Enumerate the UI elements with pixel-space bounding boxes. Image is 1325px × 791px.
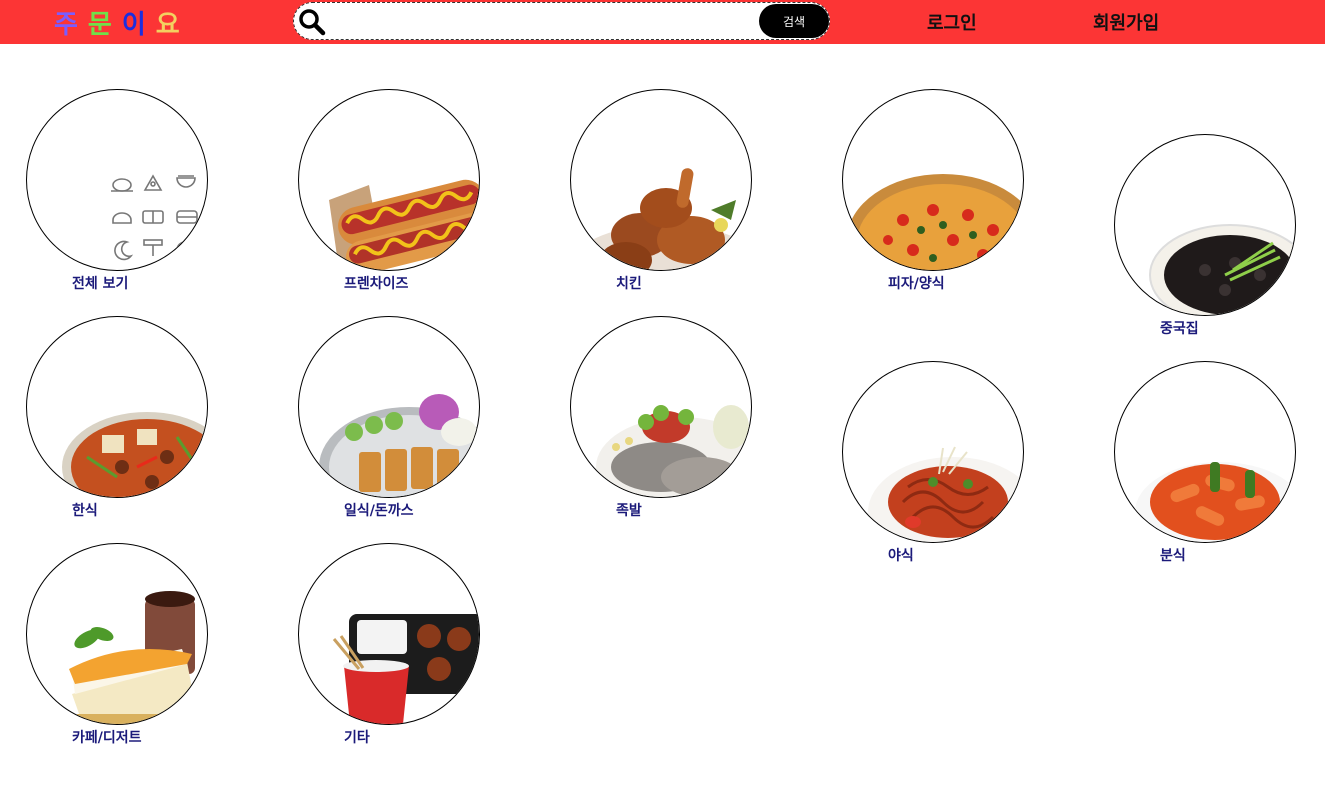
category-korean[interactable]: 한식 bbox=[26, 316, 208, 519]
tteokbokki-icon bbox=[1135, 462, 1295, 542]
category-image bbox=[26, 543, 208, 725]
category-image bbox=[1114, 134, 1296, 316]
category-label: 피자/양식 bbox=[888, 276, 945, 292]
category-etc[interactable]: 기타 bbox=[298, 543, 480, 746]
category-chicken[interactable]: 치킨 bbox=[570, 89, 752, 292]
category-image bbox=[298, 89, 480, 271]
category-chinese[interactable]: 중국집 bbox=[1114, 134, 1296, 337]
category-all[interactable]: 전체 보기 bbox=[26, 89, 208, 292]
logo-char: 이 bbox=[121, 9, 148, 40]
category-late-night[interactable]: 야식 bbox=[842, 361, 1024, 564]
category-label: 카페/디저트 bbox=[72, 730, 142, 746]
jajangmyeon-icon bbox=[1149, 224, 1295, 315]
category-label: 중국집 bbox=[1160, 321, 1199, 337]
category-label: 한식 bbox=[72, 503, 98, 519]
category-jokbal[interactable]: 족발 bbox=[570, 316, 752, 519]
category-image bbox=[570, 316, 752, 498]
category-label: 분식 bbox=[1160, 548, 1186, 564]
category-label: 일식/돈까스 bbox=[344, 503, 414, 519]
category-japanese[interactable]: 일식/돈까스 bbox=[298, 316, 480, 519]
stew-icon bbox=[62, 412, 207, 497]
category-franchise[interactable]: 프렌차이즈 bbox=[298, 89, 480, 292]
category-snack[interactable]: 분식 bbox=[1114, 361, 1296, 564]
category-label: 야식 bbox=[888, 548, 914, 564]
login-link[interactable]: 로그인 bbox=[927, 9, 977, 35]
late-night-food-icon bbox=[868, 446, 1023, 542]
category-pizza[interactable]: 피자/양식 bbox=[842, 89, 1024, 292]
tonkatsu-icon bbox=[319, 394, 479, 497]
category-cafe[interactable]: 카페/디저트 bbox=[26, 543, 208, 746]
top-bar: 주 문 이 요 검색 로그인 회원가입 bbox=[0, 0, 1325, 44]
category-label: 기타 bbox=[344, 730, 370, 746]
logo-char: 문 bbox=[87, 9, 114, 40]
cake-icon bbox=[69, 591, 197, 724]
category-image bbox=[570, 89, 752, 271]
category-label: 전체 보기 bbox=[72, 276, 129, 292]
chicken-icon bbox=[576, 168, 751, 270]
signup-link[interactable]: 회원가입 bbox=[1093, 9, 1159, 35]
category-label: 프렌차이즈 bbox=[344, 276, 409, 292]
category-image bbox=[298, 543, 480, 725]
category-image bbox=[26, 316, 208, 498]
lunchbox-icon bbox=[332, 614, 479, 724]
logo-char: 주 bbox=[54, 9, 80, 40]
search-bar: 검색 bbox=[293, 2, 830, 40]
all-categories-icon bbox=[111, 174, 198, 261]
category-label: 족발 bbox=[616, 503, 642, 519]
jokbal-icon bbox=[596, 405, 751, 497]
logo[interactable]: 주 문 이 요 bbox=[54, 4, 190, 40]
category-image bbox=[842, 361, 1024, 543]
logo-char: 요 bbox=[155, 9, 182, 40]
search-button[interactable]: 검색 bbox=[759, 4, 829, 38]
search-input[interactable] bbox=[332, 9, 746, 35]
category-image bbox=[842, 89, 1024, 271]
hotdog-icon bbox=[329, 179, 479, 270]
category-label: 치킨 bbox=[616, 276, 642, 292]
category-image bbox=[26, 89, 208, 271]
category-image bbox=[1114, 361, 1296, 543]
pizza-icon bbox=[847, 174, 1023, 270]
search-icon[interactable] bbox=[298, 8, 326, 36]
category-image bbox=[298, 316, 480, 498]
